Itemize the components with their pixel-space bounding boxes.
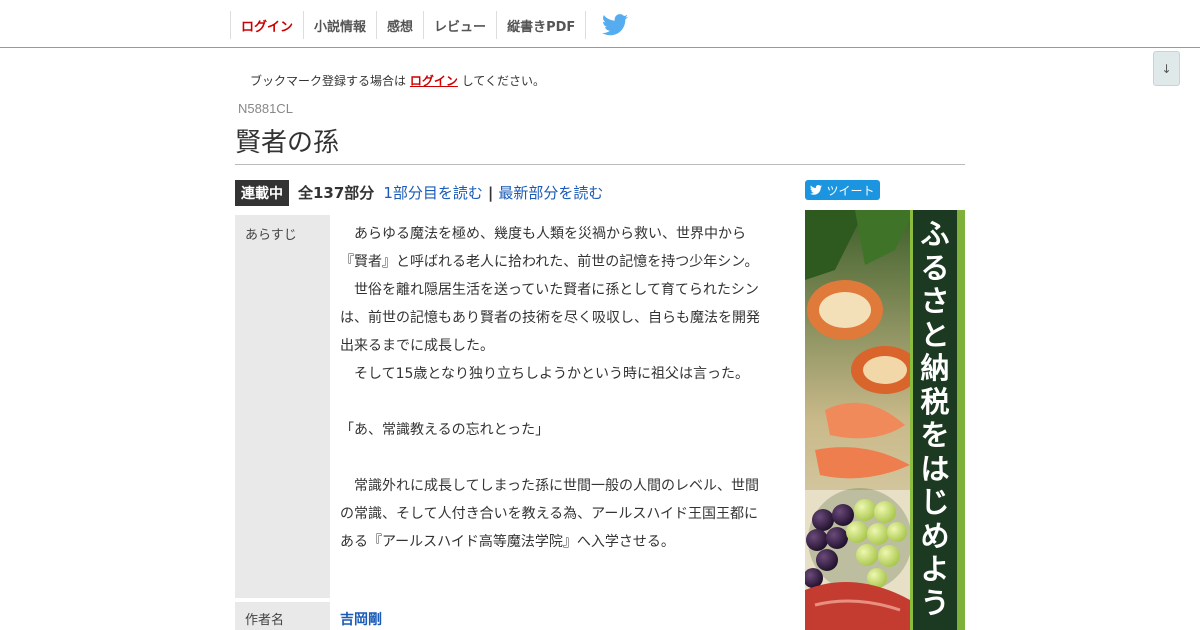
ad-char: を (920, 418, 950, 452)
nav-login-link[interactable]: ログイン (231, 11, 305, 39)
synopsis-line: の常識、そして人付き合いを教える為、アールスハイド王国王都に (340, 506, 759, 522)
author-name-link[interactable]: 吉岡剛 (340, 609, 382, 629)
synopsis-text: あらゆる魔法を極め、幾度も人類を災禍から救い、世界中から 『賢者』と呼ばれる老人… (340, 220, 770, 556)
furusato-tax-ad-banner[interactable]: ふ る さ と 納 税 を は じ め よ う (805, 210, 965, 630)
bookmark-notice-suffix: してください。 (461, 74, 545, 88)
ad-char: 納 (920, 351, 950, 385)
novel-title: 賢者の孫 (235, 128, 340, 158)
novel-code: N5881CL (238, 101, 293, 116)
ad-char: う (920, 585, 950, 620)
ad-char: じ (920, 485, 950, 519)
bookmark-notice-prefix: ブックマーク登録する場合は (250, 74, 407, 88)
top-navigation-bar: ログイン 小説情報 感想 レビュー 縦書きPDF (0, 0, 1200, 48)
ad-char: ふ (920, 217, 950, 251)
bookmark-login-link[interactable]: ログイン (410, 74, 458, 88)
synopsis-line (340, 388, 770, 416)
ad-char: は (920, 451, 950, 486)
synopsis-label-cell (235, 215, 330, 598)
synopsis-line: 世俗を離れ隠居生活を送っていた賢者に孫として育てられたシン (340, 282, 759, 298)
synopsis-line (340, 444, 770, 472)
tweet-button-label: ツイート (826, 183, 875, 198)
serial-status-badge: 連載中 (235, 179, 289, 206)
read-first-part-link[interactable]: 1部分目を読む (383, 182, 483, 203)
twitter-share-link[interactable] (586, 11, 644, 39)
ad-char: さ (920, 284, 950, 318)
link-separator: | (487, 183, 494, 202)
scroll-down-button[interactable]: ↓ (1153, 51, 1180, 86)
twitter-bird-icon (810, 185, 823, 195)
twitter-bird-icon (602, 14, 629, 36)
main-nav: ログイン 小説情報 感想 レビュー 縦書きPDF (230, 11, 644, 39)
synopsis-line: そして15歳となり独り立ちしようかという時に祖父は言った。 (340, 366, 749, 382)
total-parts-count: 全137部分 (298, 184, 375, 202)
read-latest-part-link[interactable]: 最新部分を読む (498, 182, 603, 203)
tweet-button[interactable]: ツイート (805, 180, 880, 200)
synopsis-line: ある『アールスハイド高等魔法学院』へ入学させる。 (340, 534, 675, 550)
ad-vertical-text: ふ る さ と 納 税 を は じ め よ う (913, 217, 957, 620)
synopsis-label: あらすじ (245, 228, 297, 243)
synopsis-line: 「あ、常識教えるの忘れとった」 (340, 422, 550, 438)
nav-novel-info-link[interactable]: 小説情報 (304, 11, 378, 39)
ad-char: よ (920, 552, 950, 586)
ad-char: る (920, 250, 950, 285)
synopsis-line: 常識外れに成長してしまった孫に世間一般の人間のレベル、世間 (340, 478, 760, 494)
bookmark-notice: ブックマーク登録する場合は ログイン してください。 (250, 72, 545, 89)
nav-vertical-pdf-link[interactable]: 縦書きPDF (497, 11, 587, 39)
nav-impressions-link[interactable]: 感想 (377, 11, 425, 39)
author-label: 作者名 (245, 613, 285, 628)
novel-status-row: 連載中 全137部分 1部分目を読む | 最新部分を読む (235, 179, 603, 206)
nav-review-link[interactable]: レビュー (424, 11, 498, 39)
synopsis-line: あらゆる魔法を極め、幾度も人類を災禍から救い、世界中から (340, 226, 746, 242)
ad-char: と (920, 317, 950, 352)
title-divider (235, 164, 965, 165)
synopsis-line: 出来るまでに成長した。 (340, 338, 494, 354)
synopsis-line: は、前世の記憶もあり賢者の技術を尽く吸収し、自らも魔法を開発 (340, 310, 760, 326)
ad-char: 税 (920, 384, 950, 419)
synopsis-line: 『賢者』と呼ばれる老人に拾われた、前世の記憶を持つ少年シン。 (340, 254, 759, 270)
ad-char: め (920, 518, 950, 553)
